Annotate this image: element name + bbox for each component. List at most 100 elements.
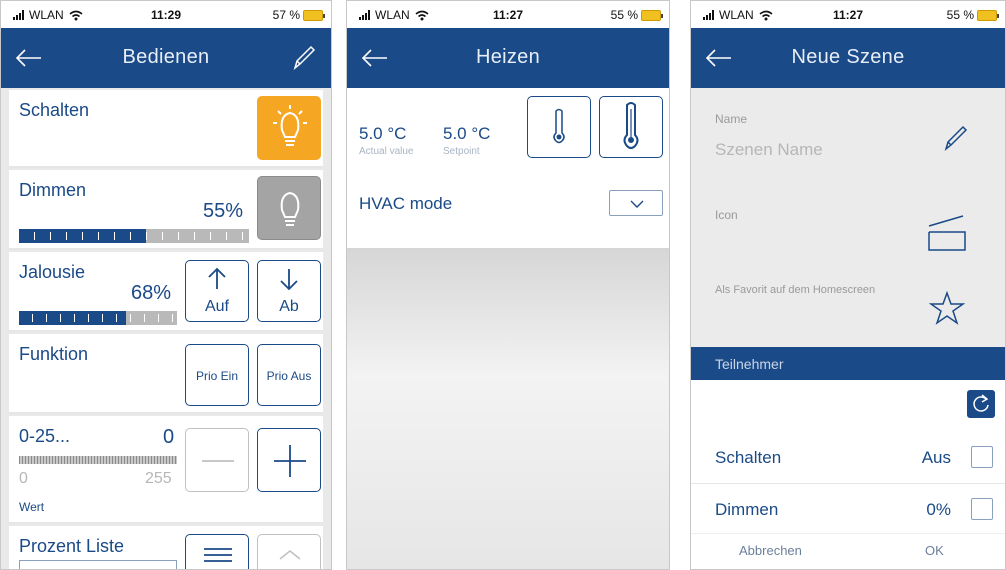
- actual-temperature-label: Actual value: [359, 146, 414, 157]
- battery-icon: [977, 9, 999, 21]
- prio-off-button[interactable]: Prio Aus: [257, 344, 321, 406]
- blind-up-label: Auf: [204, 298, 229, 315]
- battery-percent: 55 %: [610, 8, 638, 22]
- participants-header: Teilnehmer: [691, 347, 1005, 380]
- participant-checkbox[interactable]: [971, 498, 993, 520]
- control-row-dimmen: Dimmen 55%: [9, 170, 323, 250]
- favorite-label: Als Favorit auf dem Homescreen: [715, 284, 876, 296]
- nav-bar: Bedienen: [1, 28, 331, 88]
- screen-neue-szene: WLAN 11:27 55 % Neue Szene Name Szenen N…: [690, 0, 1006, 570]
- participant-checkbox[interactable]: [971, 446, 993, 468]
- control-label: 0-25...: [19, 426, 71, 446]
- control-list: Schalten Dimmen 55% Jalousie 68% Auf Ab …: [1, 88, 331, 569]
- arrow-down-icon: [280, 269, 298, 291]
- scene-name-input[interactable]: Szenen Name: [715, 140, 823, 160]
- control-row-prozent: Prozent Liste: [9, 526, 323, 569]
- hvac-mode-label: HVAC mode: [359, 194, 453, 213]
- chevron-up-button[interactable]: [257, 534, 321, 569]
- scene-icon-picker[interactable]: [925, 210, 969, 254]
- decrement-button[interactable]: [185, 428, 249, 492]
- pencil-icon[interactable]: [939, 120, 973, 154]
- page-title: Neue Szene: [791, 46, 905, 68]
- participant-value: 0%: [926, 500, 951, 519]
- setpoint-label: Setpoint: [443, 146, 480, 157]
- page-title: Bedienen: [122, 46, 210, 68]
- setpoint-decrease-button[interactable]: [527, 96, 591, 158]
- pencil-icon[interactable]: [289, 42, 319, 72]
- control-row-schalten: Schalten: [9, 90, 323, 168]
- battery-percent: 57 %: [272, 8, 300, 22]
- cancel-button[interactable]: Abbrechen: [739, 543, 802, 558]
- nav-bar: Heizen: [347, 28, 669, 88]
- value-min: 0: [19, 470, 28, 487]
- screen-bedienen: WLAN 11:29 57 % Bedienen Schalten Dimmen…: [0, 0, 332, 570]
- control-label: Schalten: [19, 100, 90, 120]
- blind-down-label: Ab: [279, 298, 299, 315]
- name-label: Name: [715, 112, 748, 126]
- switch-toggle-button[interactable]: [257, 96, 321, 160]
- thermometer-high-icon: [623, 102, 639, 149]
- status-bar: WLAN 11:27 55 %: [347, 1, 669, 28]
- blind-position-slider[interactable]: [19, 311, 177, 325]
- battery-icon: [641, 9, 663, 21]
- arrow-up-icon: [208, 267, 226, 289]
- participant-label: Schalten: [715, 448, 782, 467]
- battery-indicator: 57 %: [272, 8, 325, 22]
- plus-icon: [274, 445, 306, 477]
- control-label: Jalousie: [19, 262, 86, 282]
- dimmer-value: 55%: [203, 200, 244, 222]
- blind-up-button[interactable]: Auf: [185, 260, 249, 322]
- thermometer-low-icon: [553, 108, 565, 144]
- dialog-footer: Abbrechen OK: [691, 533, 1005, 569]
- control-row-funktion: Funktion Prio Ein Prio Aus: [9, 334, 323, 414]
- battery-indicator: 55 %: [947, 8, 999, 22]
- chevron-up-icon: [279, 550, 301, 560]
- blind-down-button[interactable]: Ab: [257, 260, 321, 322]
- battery-indicator: 55 %: [610, 8, 663, 22]
- battery-icon: [303, 9, 325, 21]
- value-current: 0: [163, 426, 175, 448]
- star-icon[interactable]: [929, 290, 965, 326]
- control-label: Funktion: [19, 344, 89, 364]
- list-icon: [204, 548, 232, 562]
- ok-button[interactable]: OK: [925, 543, 944, 558]
- dimmer-light-button[interactable]: [257, 176, 321, 240]
- percent-select[interactable]: [19, 560, 177, 569]
- heating-control: 5.0 °C Actual value 5.0 °C Setpoint HVAC…: [347, 88, 669, 248]
- control-label: Prozent Liste: [19, 536, 125, 556]
- refresh-icon: [973, 394, 989, 412]
- participant-value: Aus: [921, 448, 951, 467]
- control-label: Dimmen: [19, 180, 87, 200]
- dimmer-slider[interactable]: [19, 229, 249, 243]
- lightbulb-off-icon: [280, 191, 300, 226]
- refresh-button[interactable]: [967, 390, 995, 418]
- participant-row[interactable]: Dimmen 0%: [691, 484, 1005, 536]
- hvac-mode-select[interactable]: [609, 190, 663, 216]
- setpoint-temperature: 5.0 °C: [443, 124, 491, 143]
- nav-bar: Neue Szene: [691, 28, 1005, 88]
- control-row-jalousie: Jalousie 68% Auf Ab: [9, 252, 323, 332]
- status-bar: WLAN 11:29 57 %: [1, 1, 331, 28]
- icon-label: Icon: [715, 208, 738, 222]
- control-row-wert: 0-25... 0 0 255 Wert: [9, 416, 323, 524]
- value-max: 255: [145, 470, 172, 487]
- empty-area: [347, 248, 669, 569]
- participant-row[interactable]: Schalten Aus: [691, 432, 1005, 484]
- scene-settings: Name Szenen Name Icon Als Favorit auf de…: [691, 88, 1005, 347]
- increment-button[interactable]: [257, 428, 321, 492]
- screen-heizen: WLAN 11:27 55 % Heizen 5.0 °C Actual val…: [346, 0, 670, 570]
- list-button[interactable]: [185, 534, 249, 569]
- chevron-down-icon: [630, 200, 644, 208]
- participants-toolbar: [691, 380, 1005, 432]
- minus-icon: [202, 460, 234, 462]
- actual-temperature: 5.0 °C: [359, 124, 407, 143]
- participant-label: Dimmen: [715, 500, 779, 519]
- prio-on-button[interactable]: Prio Ein: [185, 344, 249, 406]
- blind-position-value: 68%: [131, 282, 172, 304]
- page-title: Heizen: [475, 46, 541, 68]
- lightbulb-on-icon: [273, 105, 307, 146]
- status-bar: WLAN 11:27 55 %: [691, 1, 1005, 28]
- setpoint-increase-button[interactable]: [599, 96, 663, 158]
- value-caption: Wert: [19, 500, 45, 514]
- value-slider[interactable]: [19, 456, 177, 464]
